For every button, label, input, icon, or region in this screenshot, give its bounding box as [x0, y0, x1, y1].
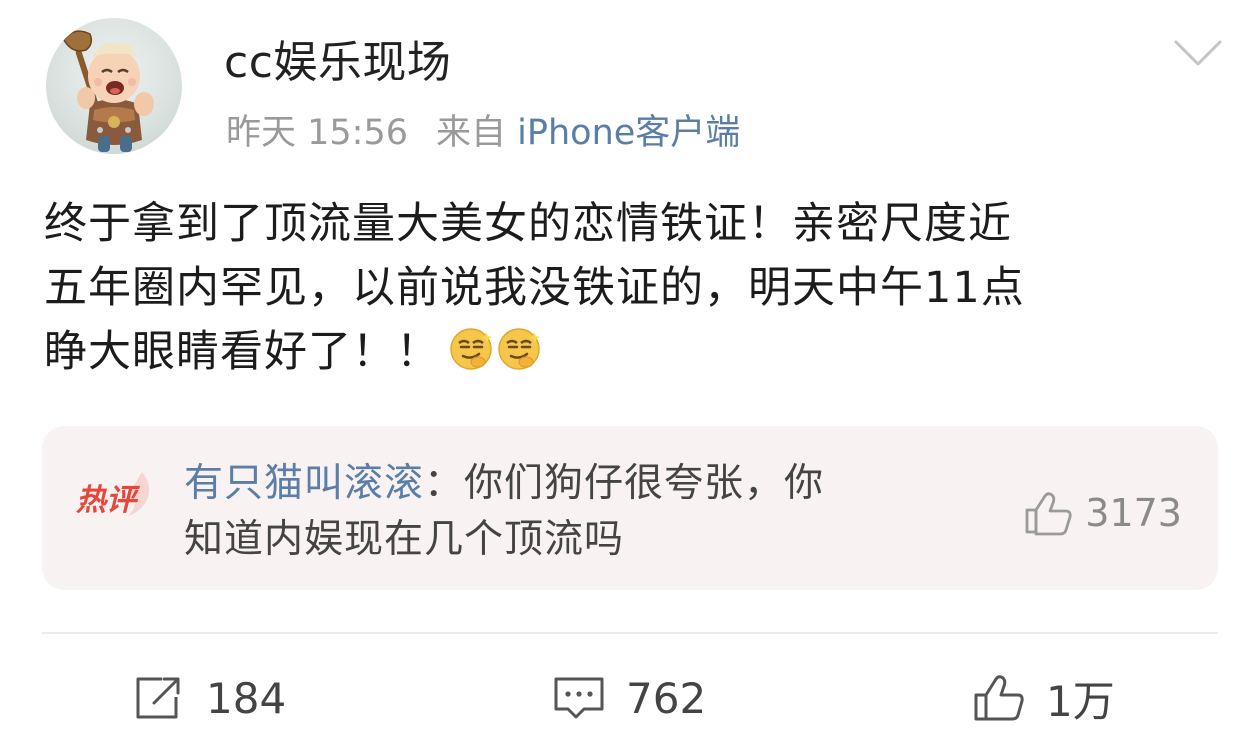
smirk-emoji-icon	[450, 328, 492, 370]
hot-comment-badge: 热评	[72, 468, 162, 524]
hot-comment-user[interactable]: 有只猫叫滚滚	[184, 461, 424, 506]
post-text-line: 睁大眼睛看好了！！	[44, 327, 440, 377]
flame-badge-icon: 热评	[75, 472, 150, 518]
hot-comment-like-count: 3173	[1085, 491, 1182, 535]
thumbs-up-icon	[974, 675, 1024, 721]
post-text-line: 五年圈内罕见，以前说我没铁证的，明天中午11点	[44, 263, 1025, 313]
author-name[interactable]: cc娱乐现场	[224, 26, 451, 90]
repost-count: 184	[206, 673, 287, 723]
hot-comment-like-button[interactable]: 3173	[1023, 488, 1182, 538]
hot-comment-card[interactable]: 热评 有只猫叫滚滚：你们狗仔很夸张，你 知道内娱现在几个顶流吗 3173	[42, 426, 1218, 590]
post-text-line-last: 睁大眼睛看好了！！	[44, 320, 1224, 384]
hot-comment-body-1: 你们狗仔很夸张，你	[464, 461, 825, 506]
thumbs-up-icon	[1025, 492, 1072, 536]
post-source-link[interactable]: iPhone客户端	[517, 113, 740, 153]
smirk-emoji-icon	[498, 328, 540, 370]
chevron-down-icon[interactable]	[1172, 38, 1224, 68]
comment-count: 762	[626, 673, 707, 723]
post-time: 昨天 15:56	[226, 113, 408, 153]
comment-button[interactable]: 762	[552, 668, 706, 728]
like-button[interactable]: 1万	[972, 668, 1115, 728]
post-meta: 昨天 15:56 来自 iPhone客户端	[226, 104, 740, 155]
hot-comment-body-2: 知道内娱现在几个顶流吗	[184, 517, 625, 562]
hot-comment-line: 有只猫叫滚滚：你们狗仔很夸张，你	[184, 456, 1004, 512]
post-text-line: 终于拿到了顶流量大美女的恋情铁证！亲密尺度近	[44, 199, 1012, 249]
hot-comment-text: 有只猫叫滚滚：你们狗仔很夸张，你 知道内娱现在几个顶流吗	[184, 456, 1004, 568]
hot-badge-text: 热评	[75, 483, 141, 518]
like-count: 1万	[1046, 676, 1115, 726]
avatar-baby-warrior-image	[63, 30, 154, 152]
post-text: 终于拿到了顶流量大美女的恋情铁证！亲密尺度近 五年圈内罕见，以前说我没铁证的，明…	[44, 192, 1224, 384]
divider	[42, 632, 1218, 634]
comment-icon	[554, 677, 604, 719]
repost-icon	[136, 677, 180, 719]
repost-button[interactable]: 184	[132, 668, 286, 728]
weibo-post: cc娱乐现场 昨天 15:56 来自 iPhone客户端 终于拿到了顶流量大美女的…	[0, 0, 1260, 748]
hot-comment-separator: ：	[424, 461, 465, 506]
source-prefix: 来自	[436, 113, 507, 153]
avatar[interactable]	[46, 18, 182, 154]
